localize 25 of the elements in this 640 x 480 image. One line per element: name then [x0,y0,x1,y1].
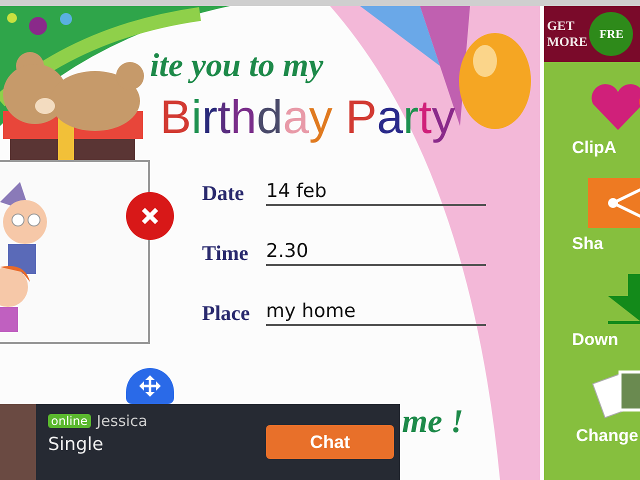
status-badge: online [48,414,91,428]
input-field[interactable]: my home [266,300,486,326]
greeting-text: ite you to my [150,48,324,85]
promo-text: MORE [547,34,588,50]
field-label: Date [202,181,245,206]
sidebar-item[interactable]: Down [544,274,640,350]
field-label: Time [202,241,250,266]
sidebar-item[interactable]: Sha [544,178,640,254]
sidebar-item[interactable]: Change [544,370,640,446]
closing-text: me ! [402,404,464,441]
user-name: Jessica [96,412,148,430]
input-field[interactable]: 14 feb [266,180,486,206]
free-badge: FRE [589,12,634,56]
input-field[interactable]: 2.30 [266,240,486,266]
promo-text: GET [547,18,576,34]
tagline-text: Single [48,434,104,455]
close-icon [139,205,161,227]
close-button[interactable] [126,192,174,240]
move-icon [138,374,162,398]
party-title: Birthday Party [160,89,456,144]
chat-button[interactable]: Chat [266,425,394,459]
photo-frame[interactable] [0,160,150,344]
move-button[interactable] [126,368,174,404]
field-label: Place [202,301,251,326]
sidebar-item[interactable]: ClipA [544,82,640,158]
